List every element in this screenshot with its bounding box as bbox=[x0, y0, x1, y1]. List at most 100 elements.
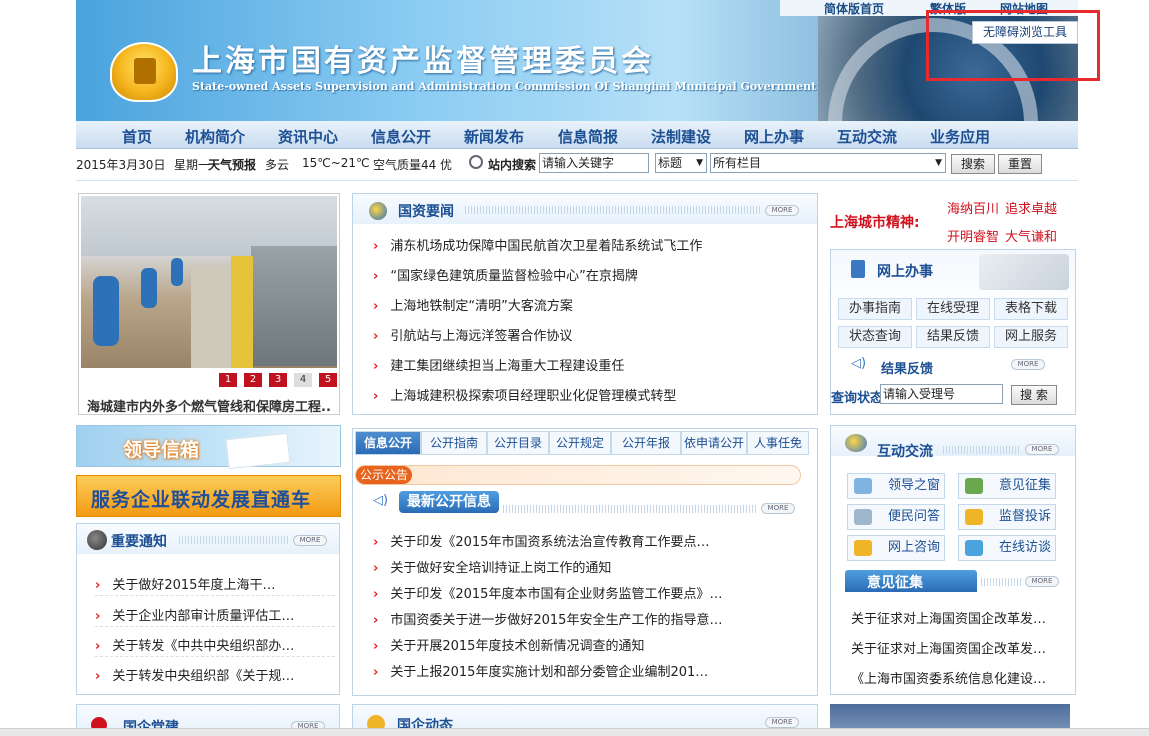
notices-more-button[interactable]: MORE bbox=[293, 535, 327, 546]
tab-annual-report[interactable]: 公开年报 bbox=[611, 431, 681, 455]
disclosure-item[interactable]: 关于印发《2015年度本市国有企业财务监管工作要点》… bbox=[373, 583, 813, 602]
nav-legal[interactable]: 法制建设 bbox=[651, 126, 711, 147]
opinion-item[interactable]: 关于征求对上海国资国企改革发… bbox=[851, 638, 1071, 657]
guide-button[interactable]: 办事指南 bbox=[838, 298, 912, 320]
news-more-button[interactable]: MORE bbox=[765, 205, 799, 216]
opinion-item[interactable]: 关于征求对上海国资国企改革发… bbox=[851, 608, 1071, 627]
result-feedback-button[interactable]: 结果反馈 bbox=[916, 326, 990, 348]
form-download-button[interactable]: 表格下载 bbox=[994, 298, 1068, 320]
leader-window-button[interactable]: 领导之窗 bbox=[847, 473, 945, 499]
slide-page-5[interactable]: 5 bbox=[319, 373, 337, 387]
faq-button[interactable]: 便民问答 bbox=[847, 504, 945, 530]
tab-disclosure-guide[interactable]: 公开指南 bbox=[421, 431, 487, 455]
disclosure-item[interactable]: 关于印发《2015年市国资系统法治宣传教育工作要点… bbox=[373, 531, 813, 550]
nav-briefing[interactable]: 信息简报 bbox=[558, 126, 618, 147]
search-scope-select[interactable]: 标题 bbox=[655, 153, 707, 173]
query-search-button[interactable]: 搜 索 bbox=[1011, 385, 1057, 405]
devices-icon bbox=[979, 254, 1069, 290]
header-dots bbox=[503, 505, 757, 513]
service-enterprise-banner[interactable]: 服务企业联动发展直通车 bbox=[76, 475, 341, 517]
nav-about[interactable]: 机构简介 bbox=[185, 126, 245, 147]
notices-title: 重要通知 bbox=[111, 534, 167, 550]
news-item[interactable]: 上海地铁制定“清明”大客流方案 bbox=[373, 295, 813, 314]
tab-info-disclosure[interactable]: 信息公开 bbox=[355, 431, 421, 455]
link-simplified-home[interactable]: 简体版首页 bbox=[824, 0, 884, 17]
site-subtitle: State-owned Assets Supervision and Admin… bbox=[192, 80, 817, 93]
news-item[interactable]: “国家绿色建筑质量监督检验中心”在京揭牌 bbox=[373, 265, 813, 284]
nav-news-center[interactable]: 资讯中心 bbox=[278, 126, 338, 147]
disclosure-item[interactable]: 市国资委关于进一步做好2015年安全生产工作的指导意… bbox=[373, 609, 813, 628]
nav-press[interactable]: 新闻发布 bbox=[464, 126, 524, 147]
tab-disclosure-rules[interactable]: 公开规定 bbox=[549, 431, 611, 455]
news-item[interactable]: 浦东机场成功保障中国民航首次卫星着陆系统试飞工作 bbox=[373, 235, 813, 254]
disclosure-item[interactable]: 关于开展2015年度技术创新情况调查的通知 bbox=[373, 635, 813, 654]
leader-mailbox-banner[interactable]: 领导信箱 bbox=[76, 425, 341, 470]
site-search-label: 站内搜索 bbox=[488, 158, 537, 172]
tab-request-disclosure[interactable]: 依申请公开 bbox=[681, 431, 747, 455]
disclosure-more-button[interactable]: MORE bbox=[761, 503, 795, 514]
slide-page-1[interactable]: 1 bbox=[219, 373, 237, 387]
notice-item[interactable]: 关于转发中央组织部《关于规… bbox=[95, 665, 335, 684]
opinion-collection-button[interactable]: 意见征集 bbox=[958, 473, 1056, 499]
online-consult-button[interactable]: 网上咨询 bbox=[847, 535, 945, 561]
latest-info-title: 最新公开信息 bbox=[399, 491, 499, 513]
tab-personnel[interactable]: 人事任免 bbox=[747, 431, 809, 455]
header-dots bbox=[465, 206, 761, 214]
complaint-button[interactable]: 监督投诉 bbox=[958, 504, 1056, 530]
news-item[interactable]: 建工集团继续担当上海重大工程建设重任 bbox=[373, 355, 813, 374]
notice-item[interactable]: 关于转发《中共中央组织部办… bbox=[95, 635, 335, 654]
complaint-label: 监督投诉 bbox=[999, 509, 1052, 524]
nav-home[interactable]: 首页 bbox=[122, 126, 152, 147]
result-feedback-title: 结果反馈 bbox=[881, 362, 934, 377]
search-button[interactable]: 搜索 bbox=[951, 154, 995, 174]
online-interview-button[interactable]: 在线访谈 bbox=[958, 535, 1056, 561]
search-input[interactable]: 请输入关键字 bbox=[539, 153, 649, 173]
online-interview-label: 在线访谈 bbox=[999, 540, 1052, 555]
slide-page-2[interactable]: 2 bbox=[244, 373, 262, 387]
reset-button[interactable]: 重置 bbox=[998, 154, 1042, 174]
tab-disclosure-catalog[interactable]: 公开目录 bbox=[487, 431, 549, 455]
disclosure-panel: 信息公开 公开指南 公开目录 公开规定 公开年报 依申请公开 人事任免 公示公告… bbox=[352, 428, 818, 696]
online-service-button[interactable]: 网上服务 bbox=[994, 326, 1068, 348]
online-consult-label: 网上咨询 bbox=[888, 540, 941, 555]
weather-label: 天气预报 bbox=[208, 158, 257, 172]
news-item[interactable]: 上海城建积极探索项目经理职业化促管理模式转型 bbox=[373, 385, 813, 404]
temperature-text: 15℃~21℃ bbox=[302, 156, 370, 170]
date-text: 2015年3月30日 bbox=[76, 158, 166, 172]
notice-item[interactable]: 关于企业内部审计质量评估工… bbox=[95, 605, 335, 624]
air-level-text: 优 bbox=[440, 158, 453, 172]
slideshow-image[interactable] bbox=[81, 196, 337, 368]
nav-business-apps[interactable]: 业务应用 bbox=[930, 126, 990, 147]
status-query-button[interactable]: 状态查询 bbox=[838, 326, 912, 348]
air-quality-text: 空气质量44 bbox=[373, 158, 437, 172]
search-column-select[interactable]: 所有栏目 bbox=[710, 153, 946, 173]
enterprise-news-more-button[interactable]: MORE bbox=[765, 717, 799, 728]
header-dots bbox=[179, 536, 289, 544]
nav-disclosure[interactable]: 信息公开 bbox=[371, 126, 431, 147]
globe-icon bbox=[369, 202, 387, 220]
result-more-button[interactable]: MORE bbox=[1011, 359, 1045, 370]
news-item[interactable]: 引航站与上海远洋签署合作协议 bbox=[373, 325, 813, 344]
spirit-word: 追求卓越 bbox=[1005, 202, 1058, 217]
speaker-icon: ◁) bbox=[373, 493, 389, 508]
search-scope-value: 标题 bbox=[658, 156, 683, 170]
receipt-number-input[interactable]: 请输入受理号 bbox=[880, 384, 1003, 404]
faq-label: 便民问答 bbox=[888, 509, 941, 524]
interaction-more-button[interactable]: MORE bbox=[1025, 444, 1059, 455]
opinion-item[interactable]: 《上海市国资委系统信息化建设… bbox=[851, 668, 1071, 687]
slideshow-caption[interactable]: 海城建市内外多个燃气管线和保障房工程.. bbox=[87, 396, 339, 415]
opinion-more-button[interactable]: MORE bbox=[1025, 576, 1059, 587]
nav-interaction[interactable]: 互动交流 bbox=[837, 126, 897, 147]
notice-item[interactable]: 关于做好2015年度上海干… bbox=[95, 574, 335, 593]
horizontal-scrollbar[interactable] bbox=[0, 728, 1149, 736]
online-accept-button[interactable]: 在线受理 bbox=[916, 298, 990, 320]
service-enterprise-text: 服务企业联动发展直通车 bbox=[91, 489, 312, 511]
weekday-text: 星期一 bbox=[174, 158, 211, 172]
notice-tag[interactable]: 公示公告 bbox=[356, 466, 413, 484]
disclosure-item[interactable]: 关于做好安全培训持证上岗工作的通知 bbox=[373, 557, 813, 576]
supervise-icon bbox=[965, 509, 983, 525]
nav-online-service[interactable]: 网上办事 bbox=[744, 126, 804, 147]
slide-page-4[interactable]: 4 bbox=[294, 373, 312, 387]
disclosure-item[interactable]: 关于上报2015年度实施计划和部分委管企业编制201… bbox=[373, 661, 813, 680]
slide-page-3[interactable]: 3 bbox=[269, 373, 287, 387]
